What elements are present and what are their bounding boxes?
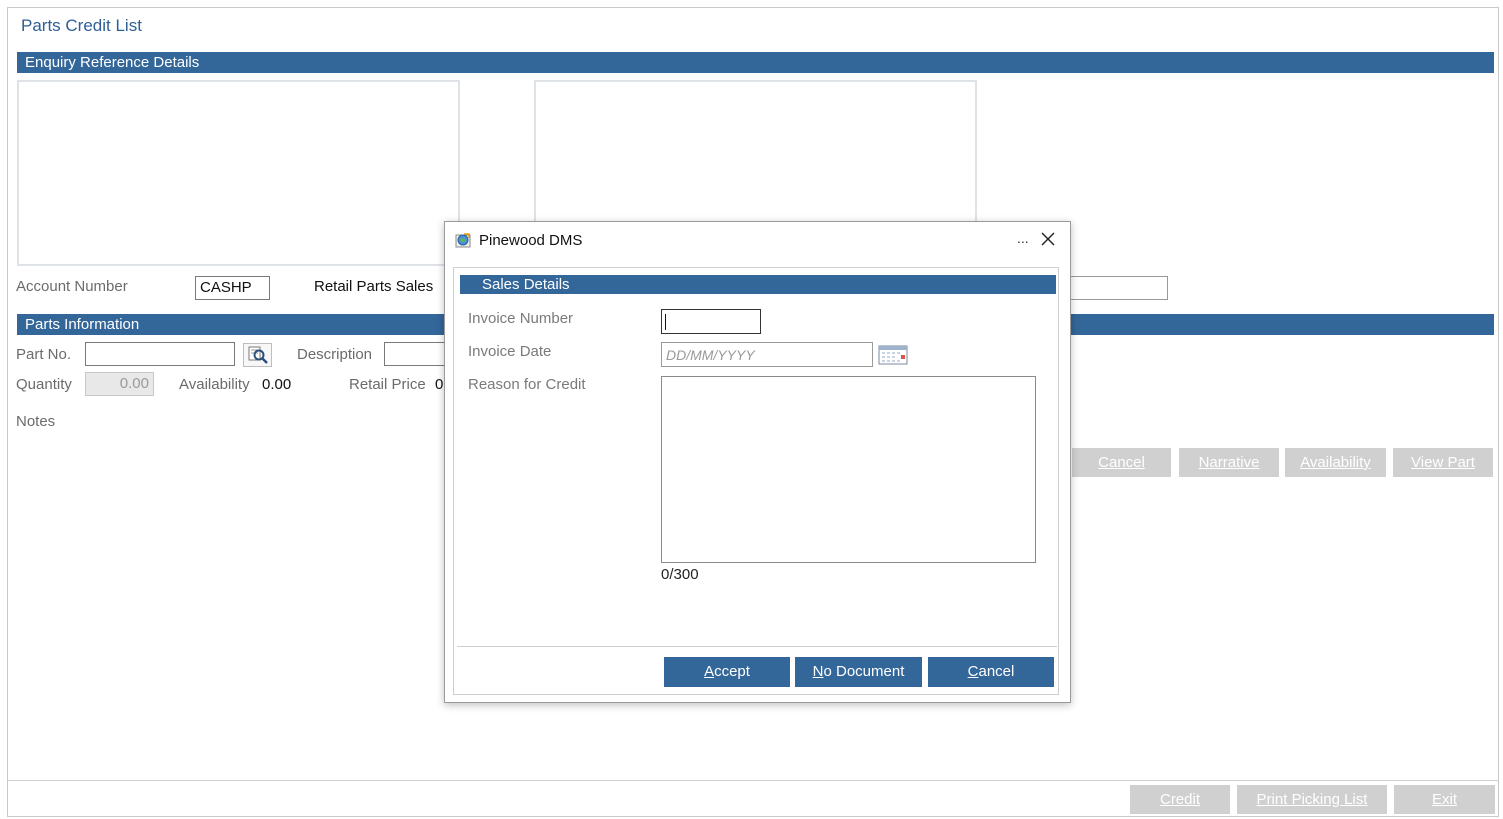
text-cursor	[665, 314, 666, 330]
invoice-number-input[interactable]	[661, 309, 761, 334]
account-number-field[interactable]: CASHP	[195, 276, 270, 300]
availability-value: 0.00	[262, 376, 292, 393]
part-search-button[interactable]	[243, 343, 272, 367]
reason-for-credit-label: Reason for Credit	[468, 376, 586, 393]
invoice-date-input[interactable]: DD/MM/YYYY	[661, 342, 873, 367]
magnifier-icon	[248, 346, 268, 364]
print-picking-list-button[interactable]: Print Picking List	[1237, 785, 1387, 814]
sales-details-dialog: Pinewood DMS ... Sales Details Invoice N…	[444, 221, 1071, 703]
close-icon[interactable]	[1039, 230, 1057, 248]
credit-button[interactable]: Credit	[1130, 785, 1230, 814]
char-counter: 0/300	[661, 566, 699, 583]
app-globe-icon	[455, 233, 471, 248]
page-title: Parts Credit List	[21, 16, 142, 35]
narrative-button[interactable]: Narrative	[1179, 448, 1279, 477]
invoice-number-label: Invoice Number	[468, 310, 574, 327]
notes-label: Notes	[16, 413, 56, 430]
invoice-date-placeholder: DD/MM/YYYY	[666, 347, 755, 363]
enquiry-panel-left	[17, 80, 460, 266]
retail-price-value: 0	[435, 376, 444, 393]
description-label: Description	[297, 346, 373, 363]
footer-divider	[8, 780, 1498, 781]
dialog-body: Sales Details Invoice Number Invoice Dat…	[453, 267, 1059, 695]
view-part-button[interactable]: View Part	[1393, 448, 1493, 477]
dialog-title: Pinewood DMS	[479, 232, 583, 249]
part-no-input[interactable]	[85, 342, 235, 366]
availability-label: Availability	[179, 376, 250, 393]
description-input[interactable]	[384, 342, 446, 366]
exit-button[interactable]: Exit	[1394, 785, 1495, 814]
account-extra-field[interactable]	[1066, 276, 1168, 300]
reason-for-credit-textarea[interactable]	[661, 376, 1036, 563]
retail-price-label: Retail Price	[349, 376, 426, 393]
quantity-input[interactable]: 0.00	[85, 372, 154, 396]
enquiry-section-header: Enquiry Reference Details	[17, 52, 1494, 73]
account-type-text: Retail Parts Sales	[314, 278, 434, 295]
no-document-button[interactable]: No Document	[795, 657, 922, 687]
sales-details-header: Sales Details	[460, 275, 1056, 294]
account-number-label: Account Number	[16, 278, 128, 295]
dialog-cancel-button[interactable]: Cancel	[928, 657, 1054, 687]
availability-button[interactable]: Availability	[1285, 448, 1386, 477]
part-no-label: Part No.	[16, 346, 72, 363]
calendar-icon[interactable]	[878, 343, 909, 366]
dialog-more-button[interactable]: ...	[1017, 230, 1029, 246]
quantity-label: Quantity	[16, 376, 72, 393]
invoice-date-label: Invoice Date	[468, 343, 552, 360]
parts-cancel-button[interactable]: Cancel	[1072, 448, 1171, 477]
dialog-divider	[457, 646, 1057, 647]
accept-button[interactable]: Accept	[664, 657, 790, 687]
